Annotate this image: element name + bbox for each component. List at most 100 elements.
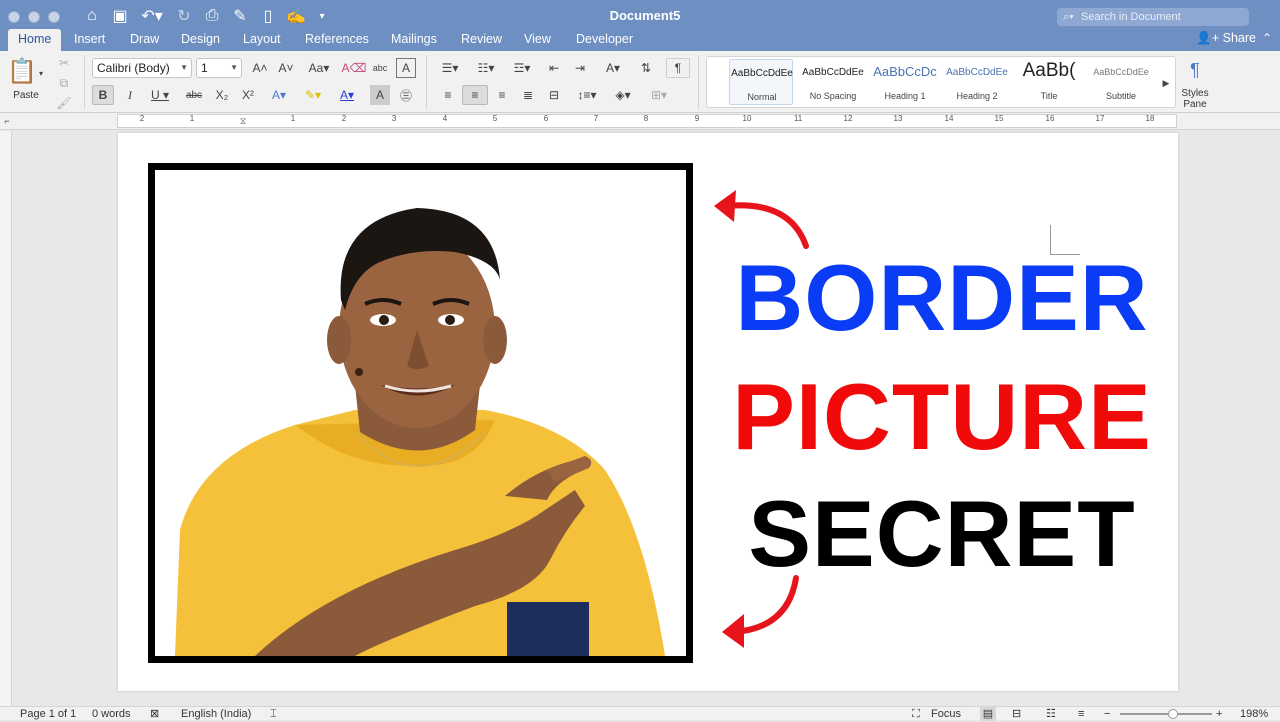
paste-dropdown-icon[interactable]: ▾ (36, 63, 46, 83)
new-document-icon[interactable]: ▯ (258, 6, 278, 26)
sort-icon[interactable]: ⇅ (634, 58, 658, 78)
headline-line-3[interactable]: SECRET (722, 484, 1162, 584)
style-subtitle[interactable]: AaBbCcDdEe Subtitle (1089, 59, 1153, 105)
tab-home[interactable]: Home (8, 29, 62, 51)
character-shading-icon[interactable]: A (370, 85, 390, 105)
indent-marker-icon[interactable]: ⧖ (237, 113, 249, 130)
page-count[interactable]: Page 1 of 1 (20, 707, 76, 721)
justify-icon[interactable]: ≣ (516, 85, 540, 105)
share-button[interactable]: 👤+ Share (1196, 31, 1256, 46)
increase-indent-icon[interactable]: ⇥ (568, 58, 592, 78)
bullets-icon[interactable]: ☰▾ (434, 58, 466, 78)
change-case-icon[interactable]: Aa▾ (304, 58, 334, 78)
tab-design[interactable]: Design (171, 29, 230, 51)
style-normal[interactable]: AaBbCcDdEe Normal (729, 59, 793, 105)
headline-line-2[interactable]: PICTURE (722, 367, 1162, 467)
style-no-spacing[interactable]: AaBbCcDdEe No Spacing (801, 59, 865, 105)
paste-icon[interactable]: 📋 (7, 55, 37, 87)
strikethrough-button[interactable]: abc (180, 85, 208, 105)
underline-button[interactable]: U ▾ (146, 85, 174, 105)
shading-icon[interactable]: ◈▾ (608, 85, 638, 105)
horizontal-ruler[interactable]: ⌐ 2 1 ⧖ 1 2 3 4 5 6 7 8 9 10 11 12 13 14… (0, 113, 1280, 130)
zoom-window-button[interactable] (48, 11, 60, 23)
tab-view[interactable]: View (514, 29, 561, 51)
styles-pane-icon[interactable]: ¶ (1182, 57, 1208, 83)
style-heading-1[interactable]: AaBbCcDc Heading 1 (873, 59, 937, 105)
multilevel-list-icon[interactable]: ☲▾ (506, 58, 538, 78)
subscript-button[interactable]: X₂ (210, 85, 234, 105)
show-formatting-marks-icon[interactable]: ¶ (666, 58, 690, 78)
redo-icon[interactable]: ↻ (174, 6, 194, 26)
zoom-out-button[interactable]: − (1104, 707, 1110, 721)
format-icon[interactable]: ✍ (286, 6, 306, 26)
tab-insert[interactable]: Insert (64, 29, 115, 51)
italic-button[interactable]: I (120, 85, 140, 105)
text-effects-icon[interactable]: A▾ (264, 85, 294, 105)
edit-document-icon[interactable]: ✎ (230, 6, 250, 26)
phonetic-guide-icon[interactable]: abc (368, 58, 392, 78)
ruler-label: 1 (290, 114, 296, 123)
line-spacing-icon[interactable]: ↕≡▾ (570, 85, 604, 105)
web-layout-icon[interactable]: ⊟ (1012, 707, 1021, 721)
zoom-slider-thumb[interactable] (1168, 709, 1178, 719)
tab-stop-selector-icon[interactable]: ⌐ (2, 114, 12, 128)
font-size-select[interactable]: 1 ▼ (196, 58, 242, 78)
font-color-icon[interactable]: A▾ (332, 85, 362, 105)
draft-view-icon[interactable]: ≡ (1078, 707, 1084, 721)
headline-line-1[interactable]: BORDER (722, 248, 1162, 348)
highlight-icon[interactable]: ✎▾ (298, 85, 328, 105)
style-title[interactable]: AaBb( Title (1017, 59, 1081, 105)
undo-icon[interactable]: ↶▾ (138, 6, 166, 26)
gallery-more-icon[interactable]: ▶ (1159, 73, 1173, 93)
home-icon[interactable]: ⌂ (82, 6, 102, 26)
language-indicator[interactable]: English (India) (181, 707, 251, 721)
align-left-icon[interactable]: ≡ (436, 85, 460, 105)
style-heading-2[interactable]: AaBbCcDdEe Heading 2 (945, 59, 1009, 105)
align-right-icon[interactable]: ≡ (490, 85, 514, 105)
outline-view-icon[interactable]: ☷ (1046, 707, 1056, 721)
tab-review[interactable]: Review (451, 29, 512, 51)
minimize-window-button[interactable] (28, 11, 40, 23)
borders-icon[interactable]: ⊞▾ (642, 85, 676, 105)
superscript-button[interactable]: X² (236, 85, 260, 105)
distributed-icon[interactable]: ⊟ (542, 85, 566, 105)
numbering-icon[interactable]: ☷▾ (470, 58, 502, 78)
close-window-button[interactable] (8, 11, 20, 23)
vertical-ruler[interactable] (0, 131, 12, 706)
zoom-in-button[interactable]: + (1216, 707, 1222, 721)
tab-developer[interactable]: Developer (566, 29, 643, 51)
enclose-character-icon[interactable]: ㊂ (396, 85, 416, 105)
bordered-picture[interactable] (148, 163, 693, 663)
search-input[interactable]: ⌕▾ Search in Document (1057, 8, 1249, 26)
track-changes-icon[interactable]: ⌶ (270, 707, 277, 721)
print-icon[interactable]: ⎙ (202, 6, 222, 26)
font-name-select[interactable]: Calibri (Body) ▼ (92, 58, 192, 78)
tab-draw[interactable]: Draw (120, 29, 169, 51)
copy-icon[interactable]: ⧉ (56, 73, 72, 93)
decrease-indent-icon[interactable]: ⇤ (542, 58, 566, 78)
shrink-font-icon[interactable]: A˅ (274, 58, 298, 78)
clear-formatting-icon[interactable]: A⌫ (342, 58, 367, 78)
customize-toolbar-icon[interactable]: ▾ (314, 6, 330, 26)
zoom-slider[interactable] (1120, 713, 1212, 715)
tab-layout[interactable]: Layout (233, 29, 291, 51)
word-count[interactable]: 0 words (92, 707, 131, 721)
ruler-label: 2 (139, 114, 145, 123)
proofing-icon[interactable]: ⊠ (150, 707, 159, 721)
bold-button[interactable]: B (92, 85, 114, 105)
ruler-label: 2 (341, 114, 347, 123)
tab-mailings[interactable]: Mailings (381, 29, 447, 51)
format-painter-icon[interactable]: 🖌 (56, 93, 72, 113)
tab-references[interactable]: References (295, 29, 379, 51)
cut-icon[interactable]: ✂ (56, 53, 72, 73)
collapse-ribbon-icon[interactable]: ⌃ (1262, 31, 1272, 45)
focus-button[interactable]: Focus (931, 707, 961, 721)
save-icon[interactable]: ▣ (110, 6, 130, 26)
align-center-icon[interactable]: ≡ (462, 85, 488, 105)
ruler-label: 6 (543, 114, 549, 123)
zoom-level[interactable]: 198% (1240, 707, 1268, 721)
character-border-icon[interactable]: A (396, 58, 416, 78)
asian-layout-icon[interactable]: A▾ (598, 58, 628, 78)
print-layout-icon[interactable]: ▤ (980, 707, 996, 721)
grow-font-icon[interactable]: A˄ (248, 58, 272, 78)
